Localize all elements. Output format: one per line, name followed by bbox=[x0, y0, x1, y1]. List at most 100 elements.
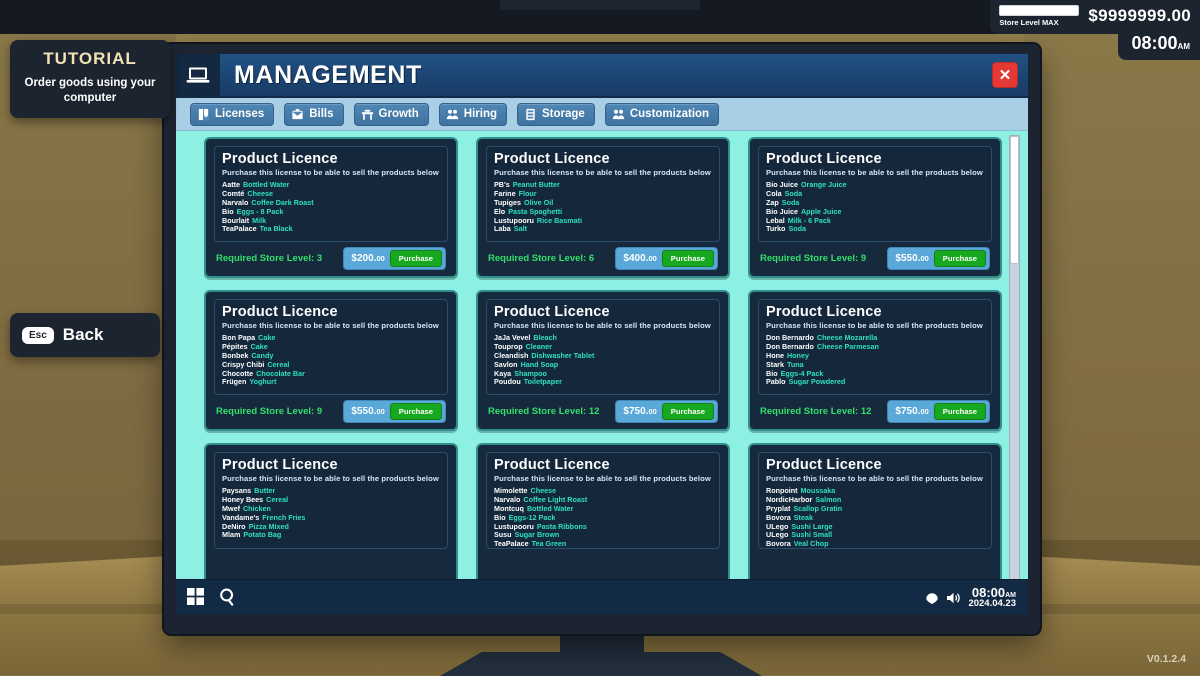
license-card[interactable]: Product Licence Purchase this license to… bbox=[476, 137, 730, 278]
product-name: Shampoo bbox=[514, 369, 547, 378]
license-card[interactable]: Product Licence Purchase this license to… bbox=[204, 290, 458, 431]
license-card-subtitle: Purchase this license to be able to sell… bbox=[222, 474, 440, 483]
product-name: Soda bbox=[785, 189, 803, 198]
back-button[interactable]: Esc Back bbox=[10, 313, 160, 357]
product-brand: Mlam bbox=[222, 530, 240, 539]
product-name: Pasta Ribbons bbox=[537, 522, 587, 531]
game-clock-suffix: AM bbox=[1178, 42, 1190, 51]
product-item: PabloSugar Powdered bbox=[766, 378, 984, 386]
scrollbar-thumb[interactable] bbox=[1010, 136, 1019, 264]
product-name: Tea Green bbox=[532, 539, 567, 548]
product-name: Olive Oil bbox=[524, 198, 553, 207]
product-item: CleandishDishwasher Tablet bbox=[494, 352, 712, 360]
store-level-wrap: Store Level MAX bbox=[999, 5, 1079, 27]
product-name: Eggs-4 Pack bbox=[781, 369, 824, 378]
monitor: MANAGEMENT ✕ Licenses Bills bbox=[164, 44, 1040, 634]
game-clock-panel: 08:00AM bbox=[1118, 28, 1200, 60]
license-card-footer: Required Store Level: 3 $200.00 Purchase bbox=[214, 247, 448, 270]
license-card[interactable]: Product Licence Purchase this license to… bbox=[204, 443, 458, 579]
purchase-button[interactable]: Purchase bbox=[390, 250, 442, 267]
purchase-box: $750.00 Purchase bbox=[615, 400, 718, 423]
purchase-button[interactable]: Purchase bbox=[934, 250, 986, 267]
license-card[interactable]: Product Licence Purchase this license to… bbox=[748, 290, 1002, 431]
product-brand: PB's bbox=[494, 180, 510, 189]
product-name: Cheese bbox=[531, 486, 557, 495]
volume-icon[interactable] bbox=[946, 591, 961, 605]
license-card[interactable]: Product Licence Purchase this license to… bbox=[748, 137, 1002, 278]
license-card-footer bbox=[214, 554, 448, 576]
tab-licenses[interactable]: Licenses bbox=[190, 103, 274, 126]
tab-customization[interactable]: Customization bbox=[605, 103, 719, 126]
license-card[interactable]: Product Licence Purchase this license to… bbox=[748, 443, 1002, 579]
license-card-footer: Required Store Level: 12 $750.00 Purchas… bbox=[758, 400, 992, 423]
license-card-grid: Product Licence Purchase this license to… bbox=[204, 137, 1002, 579]
close-icon[interactable]: ✕ bbox=[992, 62, 1018, 88]
product-list: Bon PapaCake PépitesCake BonbekCandy Cri… bbox=[222, 334, 440, 387]
price-main: $550. bbox=[351, 406, 376, 417]
purchase-button[interactable]: Purchase bbox=[934, 403, 986, 420]
purchase-button[interactable]: Purchase bbox=[662, 403, 714, 420]
license-card-body: Product Licence Purchase this license to… bbox=[758, 146, 992, 242]
product-name: Veal Chop bbox=[794, 539, 829, 548]
purchase-button[interactable]: Purchase bbox=[662, 250, 714, 267]
product-brand: Frügen bbox=[222, 377, 246, 386]
product-brand: Lustupooru bbox=[494, 216, 534, 225]
scrollbar-track[interactable] bbox=[1009, 135, 1020, 579]
license-card[interactable]: Product Licence Purchase this license to… bbox=[204, 137, 458, 278]
product-name: Bottled Water bbox=[527, 504, 573, 513]
price-cents: 00 bbox=[376, 254, 384, 263]
product-list: PaysansButter Honey BeesCereal MwefChick… bbox=[222, 487, 440, 540]
license-card-title: Product Licence bbox=[766, 305, 984, 320]
product-brand: Don Bernardo bbox=[766, 333, 814, 342]
search-icon[interactable] bbox=[218, 587, 238, 607]
product-name: Honey bbox=[787, 351, 809, 360]
purchase-box: $200.00 Purchase bbox=[343, 247, 446, 270]
product-brand: Bio Juice bbox=[766, 180, 798, 189]
product-item: NarvaloCoffee Dark Roast bbox=[222, 199, 440, 207]
product-name: Milk bbox=[252, 216, 266, 225]
product-name: Sushi Large bbox=[791, 522, 832, 531]
price-main: $750. bbox=[623, 406, 648, 417]
product-brand: Bonbek bbox=[222, 351, 248, 360]
monitor-stand-base bbox=[440, 652, 762, 676]
product-brand: Crispy Chibi bbox=[222, 360, 264, 369]
product-item: Bio JuiceApple Juice bbox=[766, 208, 984, 216]
product-name: Tuna bbox=[787, 360, 804, 369]
license-card[interactable]: Product Licence Purchase this license to… bbox=[476, 443, 730, 579]
envelope-icon bbox=[291, 108, 304, 121]
product-brand: ULego bbox=[766, 522, 788, 531]
taskbar-clock[interactable]: 08:00AM 2024.04.23 bbox=[968, 586, 1016, 609]
license-card-body: Product Licence Purchase this license to… bbox=[486, 299, 720, 395]
license-card-body: Product Licence Purchase this license to… bbox=[214, 299, 448, 395]
product-brand: Bon Papa bbox=[222, 333, 255, 342]
wifi-icon[interactable] bbox=[925, 591, 939, 605]
purchase-button[interactable]: Purchase bbox=[390, 403, 442, 420]
product-name: Soda bbox=[788, 224, 806, 233]
license-card-footer bbox=[486, 554, 720, 576]
product-item: PryplatScallop Gratin bbox=[766, 505, 984, 513]
money-label: $9999999.00 bbox=[1088, 6, 1191, 26]
license-icon bbox=[197, 108, 210, 121]
grid-icon[interactable] bbox=[186, 587, 206, 607]
product-item: StarkTuna bbox=[766, 361, 984, 369]
required-level-label: Required Store Level: 6 bbox=[488, 253, 594, 264]
product-brand: NordicHarbor bbox=[766, 495, 812, 504]
product-brand: Don Bernardo bbox=[766, 342, 814, 351]
license-card-title: Product Licence bbox=[494, 458, 712, 473]
product-name: Yoghurt bbox=[249, 377, 276, 386]
product-brand: Bovora bbox=[766, 539, 791, 548]
product-name: Pasta Spaghetti bbox=[508, 207, 562, 216]
tab-label: Bills bbox=[309, 108, 333, 120]
product-brand: Turko bbox=[766, 224, 785, 233]
product-name: Coffee Light Roast bbox=[523, 495, 587, 504]
product-name: Toiletpaper bbox=[524, 377, 562, 386]
product-brand: Kaya bbox=[494, 369, 511, 378]
tab-bills[interactable]: Bills bbox=[284, 103, 343, 126]
license-card-body: Product Licence Purchase this license to… bbox=[758, 299, 992, 395]
price-cents: 00 bbox=[648, 407, 656, 416]
license-card[interactable]: Product Licence Purchase this license to… bbox=[476, 290, 730, 431]
tab-growth[interactable]: Growth bbox=[354, 103, 429, 126]
tab-storage[interactable]: Storage bbox=[517, 103, 595, 126]
product-name: French Fries bbox=[262, 513, 305, 522]
tab-hiring[interactable]: Hiring bbox=[439, 103, 507, 126]
